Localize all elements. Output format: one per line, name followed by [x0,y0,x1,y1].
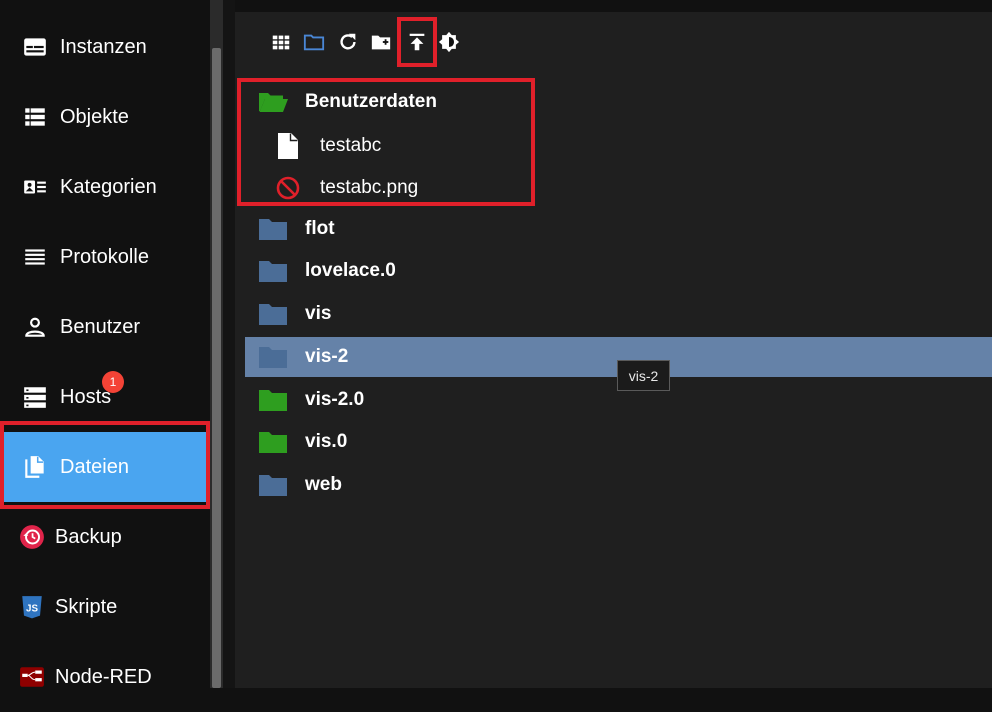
folder-icon [258,387,288,413]
folder-open-icon [258,89,288,115]
tooltip: vis-2 [617,360,670,391]
file-row-testabc[interactable]: testabc [245,126,992,166]
sidebar-item-files[interactable]: Dateien [0,432,210,502]
sidebar-item-label: Backup [55,525,122,548]
node-red-icon [19,664,45,690]
javascript-icon: JS [19,594,45,620]
sidebar-item-node-red[interactable]: Node-RED [0,642,210,712]
refresh-button[interactable] [337,30,359,54]
hosts-icon [22,384,48,410]
files-icon [22,454,48,480]
folder-name: vis [305,303,332,324]
sidebar-item-label: Hosts [60,385,112,408]
folder-name: web [305,474,342,495]
sidebar-item-hosts[interactable]: Hosts [0,362,210,432]
sidebar-item-label: Node-RED [55,665,152,688]
sidebar-item-backup[interactable]: Backup [0,502,210,572]
grid-view-button[interactable] [270,30,292,54]
sidebar: Instanzen Objekte Kategorien Protokolle … [0,0,210,688]
sidebar-item-label: Protokolle [60,245,149,268]
folder-name: vis-2.0 [305,389,365,410]
file-name: testabc.png [320,177,419,198]
folder-name: Benutzerdaten [305,91,437,112]
folder-icon [258,472,288,498]
no-preview-icon [275,174,301,202]
create-folder-icon [370,31,392,53]
upload-button[interactable] [406,30,428,54]
folder-icon [258,216,288,242]
folder-icon [258,429,288,455]
panel-gutter [223,0,235,688]
folder-name: vis.0 [305,431,348,452]
instances-icon [22,34,48,60]
brightness-icon [438,31,460,53]
sidebar-item-label: Benutzer [60,315,141,338]
folder-row-lovelace-0[interactable]: lovelace.0 [245,251,992,291]
logs-icon [22,244,48,270]
folder-row-web[interactable]: web [245,465,992,505]
file-row-testabc-png[interactable]: testabc.png [245,168,992,208]
file-name: testabc [320,135,382,156]
svg-text:JS: JS [26,603,38,614]
upload-icon [406,31,428,53]
file-icon [275,132,301,160]
theme-toggle-button[interactable] [438,30,460,54]
sidebar-item-categories[interactable]: Kategorien [0,152,210,222]
sidebar-item-label: Skripte [55,595,118,618]
folder-icon [258,344,288,370]
refresh-icon [337,31,359,53]
folder-name: flot [305,218,335,239]
folder-row-flot[interactable]: flot [245,209,992,249]
backup-icon [19,524,45,550]
categories-icon [22,174,48,200]
sidebar-item-label: Kategorien [60,175,157,198]
grid-view-icon [270,31,292,53]
folder-name: lovelace.0 [305,260,396,281]
folder-row-vis[interactable]: vis [245,294,992,334]
folder-icon [303,31,325,53]
sidebar-item-label: Objekte [60,105,129,128]
sidebar-item-scripts[interactable]: JS Skripte [0,572,210,642]
folder-row-vis-0[interactable]: vis.0 [245,422,992,462]
sidebar-item-label: Dateien [60,455,129,478]
create-folder-button[interactable] [370,30,392,54]
folder-icon [258,258,288,284]
sidebar-item-users[interactable]: Benutzer [0,292,210,362]
list-icon [22,104,48,130]
sidebar-item-label: Instanzen [60,35,147,58]
scrollbar-thumb[interactable] [212,48,221,688]
user-icon [22,314,48,340]
sidebar-item-logs[interactable]: Protokolle [0,222,210,292]
sidebar-item-objects[interactable]: Objekte [0,82,210,152]
notification-badge: 1 [102,371,124,393]
folder-row-benutzerdaten[interactable]: Benutzerdaten [245,82,992,122]
sidebar-item-instances[interactable]: Instanzen [0,12,210,82]
folder-name: vis-2 [305,346,349,367]
folder-icon [258,301,288,327]
folder-view-button[interactable] [303,30,325,54]
